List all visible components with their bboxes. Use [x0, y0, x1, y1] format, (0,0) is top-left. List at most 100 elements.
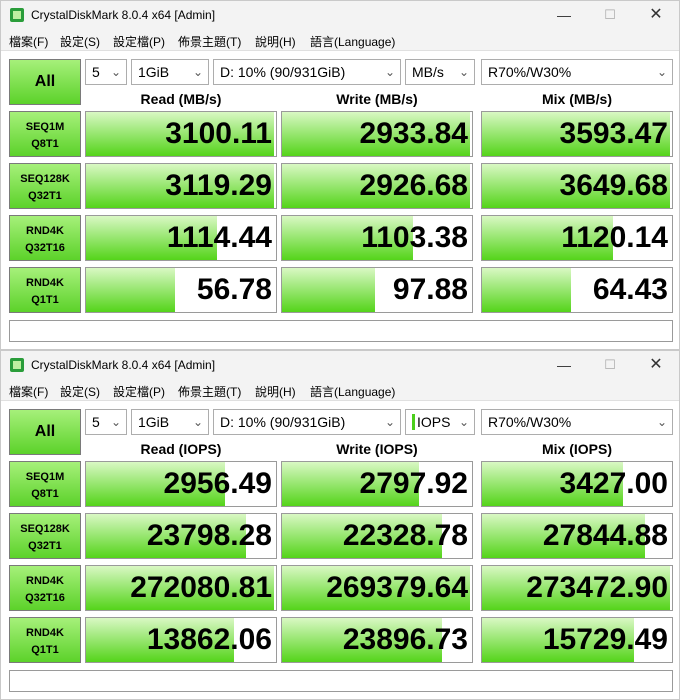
result-bar: [282, 268, 376, 312]
menu-help[interactable]: 說明(H): [255, 33, 296, 50]
result-value: 1120.14: [561, 221, 668, 254]
result-cell-read: 56.78: [85, 267, 277, 313]
result-value: 1103.38: [361, 221, 468, 254]
test-queue: Q32T16: [25, 242, 65, 254]
result-cell-read: 3100.11: [85, 111, 277, 157]
count-select[interactable]: 5 ⌄: [85, 59, 127, 85]
test-queue: Q1T1: [31, 294, 59, 306]
result-value: 2926.68: [359, 169, 468, 202]
comment-box[interactable]: [9, 320, 673, 342]
chevron-down-icon: ⌄: [384, 415, 395, 429]
minimize-icon[interactable]: —: [541, 351, 587, 379]
result-value: 273472.90: [526, 571, 668, 604]
comment-box[interactable]: [9, 670, 673, 692]
close-icon[interactable]: ✕: [633, 351, 679, 379]
menu-profile[interactable]: 設定檔(P): [113, 33, 165, 50]
result-cell-mix: 27844.88: [481, 513, 673, 559]
result-value: 27844.88: [542, 519, 668, 552]
menu-settings[interactable]: 設定(S): [60, 33, 100, 50]
menu-language[interactable]: 語言(Language): [310, 383, 395, 400]
count-select[interactable]: 5 ⌄: [85, 409, 127, 435]
menu-help[interactable]: 說明(H): [255, 383, 296, 400]
test-label[interactable]: SEQ128K Q32T1: [9, 163, 81, 209]
result-bar: [86, 268, 176, 312]
test-name: SEQ128K: [20, 523, 70, 535]
window-mbps: CrystalDiskMark 8.0.4 x64 [Admin] — ☐ ✕ …: [0, 0, 680, 350]
header-mix: Mix (MB/s): [542, 91, 612, 107]
maximize-icon[interactable]: ☐: [587, 1, 633, 29]
test-queue: Q32T1: [28, 190, 62, 202]
header-mix: Mix (IOPS): [541, 441, 612, 457]
menu-file[interactable]: 檔案(F): [9, 383, 48, 400]
result-cell-mix: 3593.47: [481, 111, 673, 157]
menu-bar: 檔案(F) 設定(S) 設定檔(P) 佈景主題(T) 說明(H) 語言(Lang…: [1, 379, 679, 401]
test-label[interactable]: RND4K Q1T1: [9, 267, 81, 313]
maximize-icon[interactable]: ☐: [587, 351, 633, 379]
chevron-down-icon: ⌄: [110, 415, 121, 429]
result-cell-read: 2956.49: [85, 461, 277, 507]
test-label[interactable]: RND4K Q32T16: [9, 215, 81, 261]
title-bar[interactable]: CrystalDiskMark 8.0.4 x64 [Admin] — ☐ ✕: [1, 351, 679, 379]
test-label[interactable]: SEQ1M Q8T1: [9, 461, 81, 507]
drive-value: D: 10% (90/931GiB): [220, 414, 346, 430]
crystaldiskmark-icon: [10, 358, 24, 372]
menu-profile[interactable]: 設定檔(P): [113, 383, 165, 400]
window-iops: CrystalDiskMark 8.0.4 x64 [Admin] — ☐ ✕ …: [0, 350, 680, 700]
header-write: Write (MB/s): [336, 91, 418, 107]
mode-value: R70%/W30%: [488, 414, 572, 430]
menu-theme[interactable]: 佈景主題(T): [178, 383, 241, 400]
count-value: 5: [92, 414, 100, 430]
unit-value: MB/s: [412, 64, 444, 80]
size-select[interactable]: 1GiB ⌄: [131, 409, 209, 435]
header-read: Read (MB/s): [140, 91, 222, 107]
result-cell-write: 97.88: [281, 267, 473, 313]
mode-select[interactable]: R70%/W30% ⌄: [481, 59, 673, 85]
result-cell-write: 23896.73: [281, 617, 473, 663]
mode-select[interactable]: R70%/W30% ⌄: [481, 409, 673, 435]
chevron-down-icon: ⌄: [656, 415, 667, 429]
result-cell-write: 269379.64: [281, 565, 473, 611]
chevron-down-icon: ⌄: [192, 415, 203, 429]
menu-theme[interactable]: 佈景主題(T): [178, 33, 241, 50]
test-queue: Q8T1: [31, 138, 59, 150]
drive-select[interactable]: D: 10% (90/931GiB) ⌄: [213, 409, 401, 435]
chevron-down-icon: ⌄: [192, 65, 203, 79]
result-cell-write: 2797.92: [281, 461, 473, 507]
result-value: 3649.68: [559, 169, 668, 202]
unit-select[interactable]: MB/s ⌄: [405, 59, 475, 85]
result-cell-mix: 273472.90: [481, 565, 673, 611]
chevron-down-icon: ⌄: [458, 65, 469, 79]
title-bar[interactable]: CrystalDiskMark 8.0.4 x64 [Admin] — ☐ ✕: [1, 1, 679, 29]
window-title: CrystalDiskMark 8.0.4 x64 [Admin]: [31, 358, 216, 372]
drive-select[interactable]: D: 10% (90/931GiB) ⌄: [213, 59, 401, 85]
test-label[interactable]: RND4K Q1T1: [9, 617, 81, 663]
menu-settings[interactable]: 設定(S): [60, 383, 100, 400]
menu-language[interactable]: 語言(Language): [310, 33, 395, 50]
all-button[interactable]: All: [9, 409, 81, 455]
test-name: SEQ1M: [25, 121, 65, 133]
test-label[interactable]: SEQ128K Q32T1: [9, 513, 81, 559]
test-queue: Q1T1: [31, 644, 59, 656]
close-icon[interactable]: ✕: [633, 1, 679, 29]
focus-bar: [412, 414, 415, 430]
result-value: 23798.28: [146, 519, 272, 552]
result-value: 269379.64: [326, 571, 468, 604]
result-value: 2797.92: [359, 467, 468, 500]
result-value: 56.78: [196, 273, 272, 306]
all-button[interactable]: All: [9, 59, 81, 105]
chevron-down-icon: ⌄: [656, 65, 667, 79]
result-cell-mix: 64.43: [481, 267, 673, 313]
result-bar: [482, 268, 572, 312]
result-cell-write: 2933.84: [281, 111, 473, 157]
result-value: 2956.49: [163, 467, 272, 500]
unit-select[interactable]: IOPS ⌄: [405, 409, 475, 435]
result-cell-read: 1114.44: [85, 215, 277, 261]
minimize-icon[interactable]: —: [541, 1, 587, 29]
menu-file[interactable]: 檔案(F): [9, 33, 48, 50]
size-select[interactable]: 1GiB ⌄: [131, 59, 209, 85]
result-value: 13862.06: [146, 623, 272, 656]
test-name: RND4K: [26, 277, 64, 289]
test-label[interactable]: RND4K Q32T16: [9, 565, 81, 611]
test-label[interactable]: SEQ1M Q8T1: [9, 111, 81, 157]
result-cell-read: 272080.81: [85, 565, 277, 611]
